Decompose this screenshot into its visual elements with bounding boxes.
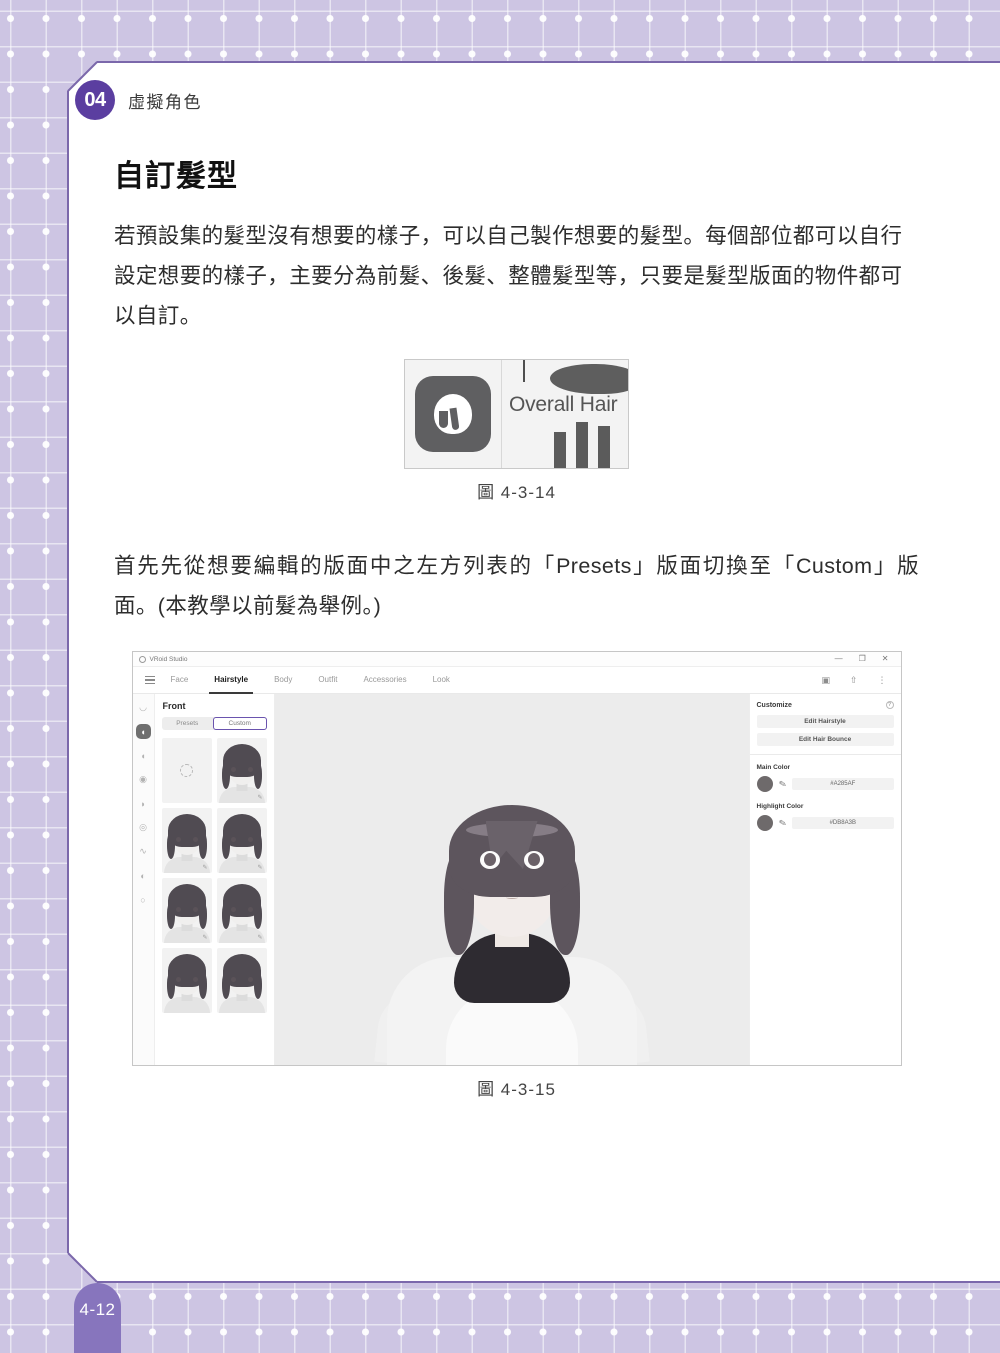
section-heading: 自訂髮型 <box>114 160 238 193</box>
ui-hair-strand <box>523 360 525 382</box>
figure-4-3-14-image: Overall Hair <box>404 359 629 469</box>
side-hair-icon[interactable]: ◖ <box>136 748 151 763</box>
tab-outfit[interactable]: Outfit <box>318 675 337 686</box>
edit-hairstyle-button[interactable]: Edit Hairstyle <box>756 715 894 728</box>
thumbnail-item[interactable]: ✎ <box>161 808 212 873</box>
hair-material-icon[interactable]: ◐ <box>136 868 151 883</box>
ahoge-icon[interactable]: ◎ <box>136 820 151 835</box>
body-paragraph-1: 若預設集的髮型沒有想要的樣子，可以自己製作想要的髮型。每個部位都可以自行設定想要… <box>114 224 903 328</box>
customize-title: Customize <box>756 701 792 709</box>
maximize-icon[interactable]: ❐ <box>859 655 866 663</box>
hairstyle-category-rail: ◡ ◖ ◖ ◉ ◗ ◎ ∿ ◐ ○ <box>132 694 155 1065</box>
window-controls: — ❐ ✕ <box>835 655 901 663</box>
tab-body[interactable]: Body <box>274 675 292 686</box>
hairstyle-thumbnail-grid: ✎ ✎ ✎ ✎ ✎ <box>155 738 274 1013</box>
avatar-eye-right <box>523 851 544 869</box>
export-icon[interactable]: ⇧ <box>850 675 858 686</box>
main-menu-bar: Face Hairstyle Body Outfit Accessories L… <box>132 667 901 694</box>
hair-preview <box>162 948 212 1013</box>
main-color-hex-field[interactable]: #A285AF <box>792 778 894 790</box>
tab-face[interactable]: Face <box>171 675 189 686</box>
figure-4-3-14: Overall Hair 圖 4-3-14 <box>114 359 919 503</box>
character-viewport[interactable] <box>274 694 749 1065</box>
figure-caption: 圖 4-3-15 <box>477 1080 556 1099</box>
customize-header: Customize ? <box>757 701 894 709</box>
hair-misc-icon[interactable]: ○ <box>136 892 151 907</box>
minimize-icon[interactable]: — <box>835 655 843 663</box>
edit-hair-bounce-button[interactable]: Edit Hair Bounce <box>756 733 894 746</box>
overall-hair-icon[interactable]: ◉ <box>136 772 151 787</box>
main-color-swatch[interactable] <box>756 776 773 792</box>
thumbnail-item[interactable]: ✎ <box>216 738 267 803</box>
highlight-color-hex-field[interactable]: #DB8A3B <box>792 817 894 829</box>
edit-badge-icon: ✎ <box>257 935 263 941</box>
app-title: VRoid Studio <box>149 655 188 663</box>
page-number: 4-12 <box>79 1300 116 1319</box>
thumbnail-item[interactable]: ✎ <box>161 878 212 943</box>
overall-hair-icon <box>415 376 491 452</box>
eyedropper-icon[interactable]: ✎ <box>777 817 787 829</box>
tab-hairstyle[interactable]: Hairstyle <box>209 675 253 694</box>
tab-look[interactable]: Look <box>433 675 450 686</box>
edit-badge-icon: ✎ <box>202 935 208 941</box>
add-new-icon <box>180 764 193 777</box>
tab-custom[interactable]: Custom <box>213 717 267 730</box>
overall-hair-glyph <box>434 394 472 434</box>
hat-hair-icon[interactable]: ◗ <box>136 796 151 811</box>
page-content: 04 虛擬角色 自訂髮型 若預設集的髮型沒有想要的樣子，可以自己製作想要的髮型。… <box>67 61 1000 1282</box>
camera-icon[interactable]: ▣ <box>821 675 830 686</box>
thumbnail-item[interactable] <box>216 948 267 1013</box>
back-hair-icon[interactable]: ◡ <box>136 700 151 715</box>
avatar-mouth <box>505 896 518 899</box>
ui-hair-strand <box>598 426 610 468</box>
front-hair-icon[interactable]: ◖ <box>135 724 151 739</box>
page-number-tab: 4-12 <box>74 1283 121 1353</box>
vroid-studio-window: VRoid Studio — ❐ ✕ Face Hairstyle Body O… <box>131 651 902 1066</box>
highlight-color-label: Highlight Color <box>756 803 804 810</box>
highlight-color-row: ✎ #DB8A3B <box>756 815 894 831</box>
customize-right-panel: Customize ? Edit Hairstyle Edit Hair Bou… <box>748 694 901 1065</box>
highlight-color-swatch[interactable] <box>756 815 773 831</box>
avatar-eye-left <box>479 851 500 869</box>
main-color-row: ✎ #A285AF <box>756 776 894 792</box>
ui-divider-line <box>501 360 502 468</box>
edit-badge-icon: ✎ <box>257 795 263 801</box>
toolbar-icons: ▣ ⇧ ⋮ <box>821 675 900 686</box>
tab-presets[interactable]: Presets <box>162 717 214 730</box>
main-color-label: Main Color <box>756 764 791 771</box>
thumbnail-item[interactable]: ✎ <box>216 878 267 943</box>
ui-hair-strand <box>576 422 588 468</box>
edit-badge-icon: ✎ <box>257 865 263 871</box>
ui-hair-strand <box>554 432 566 468</box>
ui-hair-shape <box>550 364 628 394</box>
hamburger-menu-icon[interactable] <box>144 676 155 684</box>
hair-preview <box>217 948 267 1013</box>
figure-4-3-15: VRoid Studio — ❐ ✕ Face Hairstyle Body O… <box>114 651 919 1100</box>
chapter-header: 04 虛擬角色 <box>75 80 202 120</box>
overall-hair-label: Overall Hair <box>509 393 618 416</box>
avatar-model <box>373 735 650 1065</box>
help-icon[interactable]: ? <box>885 701 894 709</box>
panel-divider <box>749 754 901 755</box>
more-options-icon[interactable]: ⋮ <box>878 675 887 686</box>
extension-icon[interactable]: ∿ <box>136 844 151 859</box>
tab-accessories[interactable]: Accessories <box>363 675 406 686</box>
app-logo-icon <box>138 655 146 663</box>
hairstyle-left-panel: Front Presets Custom ✎ ✎ ✎ ✎ ✎ <box>154 694 275 1065</box>
thumbnail-item[interactable] <box>161 948 212 1013</box>
chapter-number-badge: 04 <box>75 80 115 120</box>
figure-caption: 圖 4-3-14 <box>477 483 556 502</box>
thumbnail-item[interactable]: ✎ <box>216 808 267 873</box>
chapter-title: 虛擬角色 <box>128 92 202 112</box>
edit-badge-icon: ✎ <box>202 865 208 871</box>
presets-custom-segmented-control: Presets Custom <box>161 717 267 730</box>
close-icon[interactable]: ✕ <box>882 655 889 663</box>
eyedropper-icon[interactable]: ✎ <box>777 778 787 790</box>
window-title-bar: VRoid Studio — ❐ ✕ <box>132 652 901 667</box>
panel-title: Front <box>162 701 186 711</box>
thumbnail-none[interactable] <box>161 738 212 803</box>
body-paragraph-2: 首先先從想要編輯的版面中之左方列表的「Presets」版面切換至「Custom」… <box>114 554 919 618</box>
